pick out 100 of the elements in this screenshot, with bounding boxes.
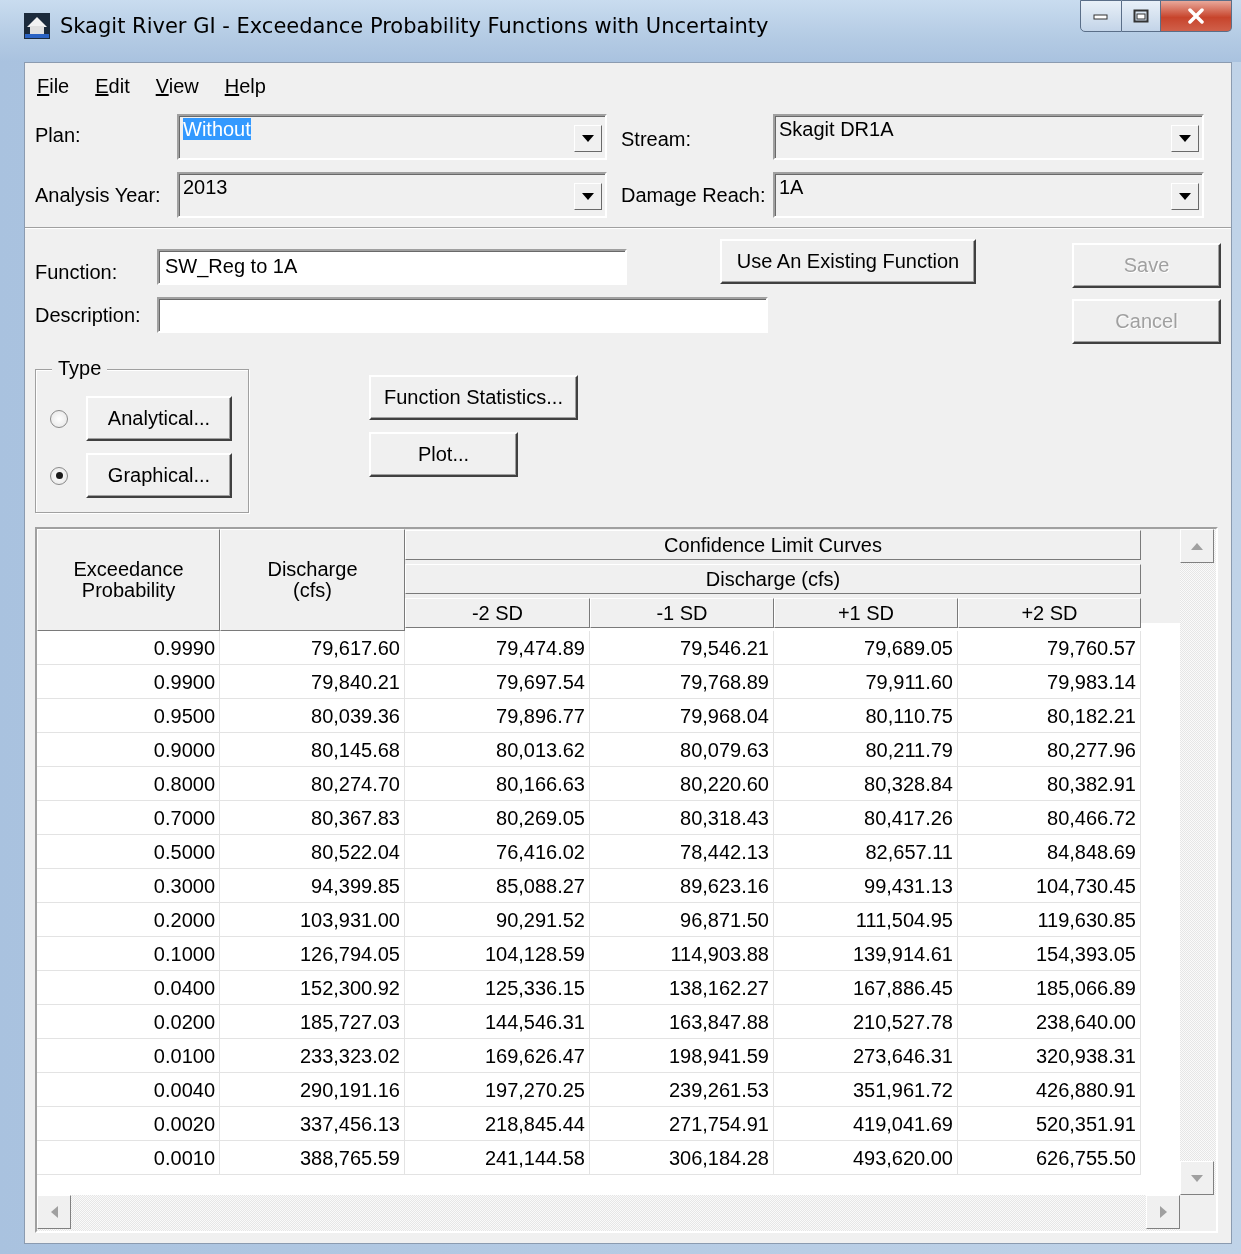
menu-item[interactable]: Help — [222, 74, 268, 98]
close-icon — [1187, 8, 1205, 24]
column-header: Exceedance Probability — [37, 529, 220, 631]
type-button[interactable]: Analytical... — [86, 396, 232, 441]
table-cell: 125,336.15 — [405, 971, 590, 1005]
table-cell: 144,546.31 — [405, 1005, 590, 1039]
table-cell: 79,983.14 — [958, 665, 1141, 699]
table-cell: 80,079.63 — [590, 733, 774, 767]
table-cell: 0.5000 — [37, 835, 220, 869]
up-arrow-icon — [1191, 542, 1203, 550]
horizontal-scrollbar[interactable] — [37, 1195, 1180, 1231]
table-cell: 79,697.54 — [405, 665, 590, 699]
table-cell: 104,730.45 — [958, 869, 1141, 903]
table-cell: 152,300.92 — [220, 971, 405, 1005]
table-cell: 80,013.62 — [405, 733, 590, 767]
dropdown-field[interactable]: 1A — [773, 172, 1204, 218]
table-cell: 0.9500 — [37, 699, 220, 733]
dropdown-button[interactable] — [574, 183, 602, 210]
left-arrow-icon — [50, 1206, 58, 1218]
table-cell: 103,931.00 — [220, 903, 405, 937]
close-button[interactable] — [1161, 0, 1232, 32]
table-cell: 79,617.60 — [220, 631, 405, 665]
dropdown-button[interactable] — [1171, 125, 1199, 152]
dropdown-field[interactable]: 2013 — [177, 172, 607, 218]
table-cell: 167,886.45 — [774, 971, 958, 1005]
table-cell: 79,474.89 — [405, 631, 590, 665]
table-cell: 79,896.77 — [405, 699, 590, 733]
table-cell: 210,527.78 — [774, 1005, 958, 1039]
dropdown-field[interactable]: Skagit DR1A — [773, 114, 1204, 160]
field-label: Damage Reach: — [620, 184, 767, 207]
maximize-button[interactable] — [1122, 0, 1161, 32]
table-cell: 198,941.59 — [590, 1039, 774, 1073]
table-cell: 0.0020 — [37, 1107, 220, 1141]
minimize-button[interactable] — [1080, 0, 1122, 32]
table-cell: 185,727.03 — [220, 1005, 405, 1039]
table-cell: 80,220.60 — [590, 767, 774, 801]
radio-button[interactable] — [50, 409, 68, 428]
menu-item[interactable]: View — [153, 74, 201, 98]
table-cell: 96,871.50 — [590, 903, 774, 937]
table-cell: 351,961.72 — [774, 1073, 958, 1107]
column-header: -1 SD — [590, 598, 774, 628]
table-cell: 80,039.36 — [220, 699, 405, 733]
dropdown-button[interactable] — [1171, 183, 1199, 210]
table-cell: 79,911.60 — [774, 665, 958, 699]
table-cell: 0.0100 — [37, 1039, 220, 1073]
table-cell: 197,270.25 — [405, 1073, 590, 1107]
use-existing-function-button[interactable]: Use An Existing Function — [720, 238, 976, 284]
table-cell: 80,277.96 — [958, 733, 1141, 767]
table-cell: 79,768.89 — [590, 665, 774, 699]
table-cell: 111,504.95 — [774, 903, 958, 937]
table-cell: 80,166.63 — [405, 767, 590, 801]
table-cell: 233,323.02 — [220, 1039, 405, 1073]
plot-button[interactable]: Plot... — [369, 432, 518, 477]
table-cell: 80,145.68 — [220, 733, 405, 767]
table-cell: 79,760.57 — [958, 631, 1141, 665]
description-input[interactable] — [157, 297, 768, 333]
menu-item[interactable]: File — [35, 74, 72, 98]
table-cell: 218,845.44 — [405, 1107, 590, 1141]
table-cell: 99,431.13 — [774, 869, 958, 903]
table-cell: 493,620.00 — [774, 1141, 958, 1175]
table-cell: 320,938.31 — [958, 1039, 1141, 1073]
scroll-left-button[interactable] — [37, 1195, 71, 1229]
table-cell: 84,848.69 — [958, 835, 1141, 869]
vertical-scrollbar[interactable] — [1180, 529, 1216, 1195]
field-label: Description: — [35, 303, 142, 327]
dropdown-button[interactable] — [574, 125, 602, 152]
caret-icon — [1179, 192, 1191, 201]
menu-item[interactable]: Edit — [93, 74, 132, 98]
table-cell: 626,755.50 — [958, 1141, 1141, 1175]
down-arrow-icon — [1191, 1174, 1203, 1182]
table-cell: 388,765.59 — [220, 1141, 405, 1175]
table-cell: 163,847.88 — [590, 1005, 774, 1039]
table-cell: 0.9900 — [37, 665, 220, 699]
table-cell: 337,456.13 — [220, 1107, 405, 1141]
table-cell: 241,144.58 — [405, 1141, 590, 1175]
table-cell: 79,546.21 — [590, 631, 774, 665]
table-cell: 80,522.04 — [220, 835, 405, 869]
table-cell: 169,626.47 — [405, 1039, 590, 1073]
table-cell: 80,382.91 — [958, 767, 1141, 801]
type-button[interactable]: Graphical... — [86, 453, 232, 498]
table-cell: 82,657.11 — [774, 835, 958, 869]
table-cell: 0.0040 — [37, 1073, 220, 1107]
function-input[interactable]: SW_Reg to 1A — [157, 249, 627, 285]
right-arrow-icon — [1159, 1206, 1167, 1218]
table-cell: 94,399.85 — [220, 869, 405, 903]
table-cell: 306,184.28 — [590, 1141, 774, 1175]
table-cell: 90,291.52 — [405, 903, 590, 937]
scroll-down-button[interactable] — [1180, 1161, 1214, 1195]
scroll-up-button[interactable] — [1180, 529, 1214, 563]
table-cell: 80,274.70 — [220, 767, 405, 801]
window-title: Skagit River GI - Exceedance Probability Functions with Uncertainty — [60, 14, 769, 38]
radio-button[interactable] — [50, 466, 68, 485]
table-cell: 0.3000 — [37, 869, 220, 903]
scroll-right-button[interactable] — [1146, 1195, 1180, 1229]
function-statistics-button[interactable]: Function Statistics... — [369, 375, 578, 420]
column-header: Discharge (cfs) — [220, 529, 405, 631]
table-cell: 271,754.91 — [590, 1107, 774, 1141]
group-header: Confidence Limit Curves — [405, 530, 1141, 560]
table-cell: 80,110.75 — [774, 699, 958, 733]
caret-icon — [582, 134, 594, 143]
